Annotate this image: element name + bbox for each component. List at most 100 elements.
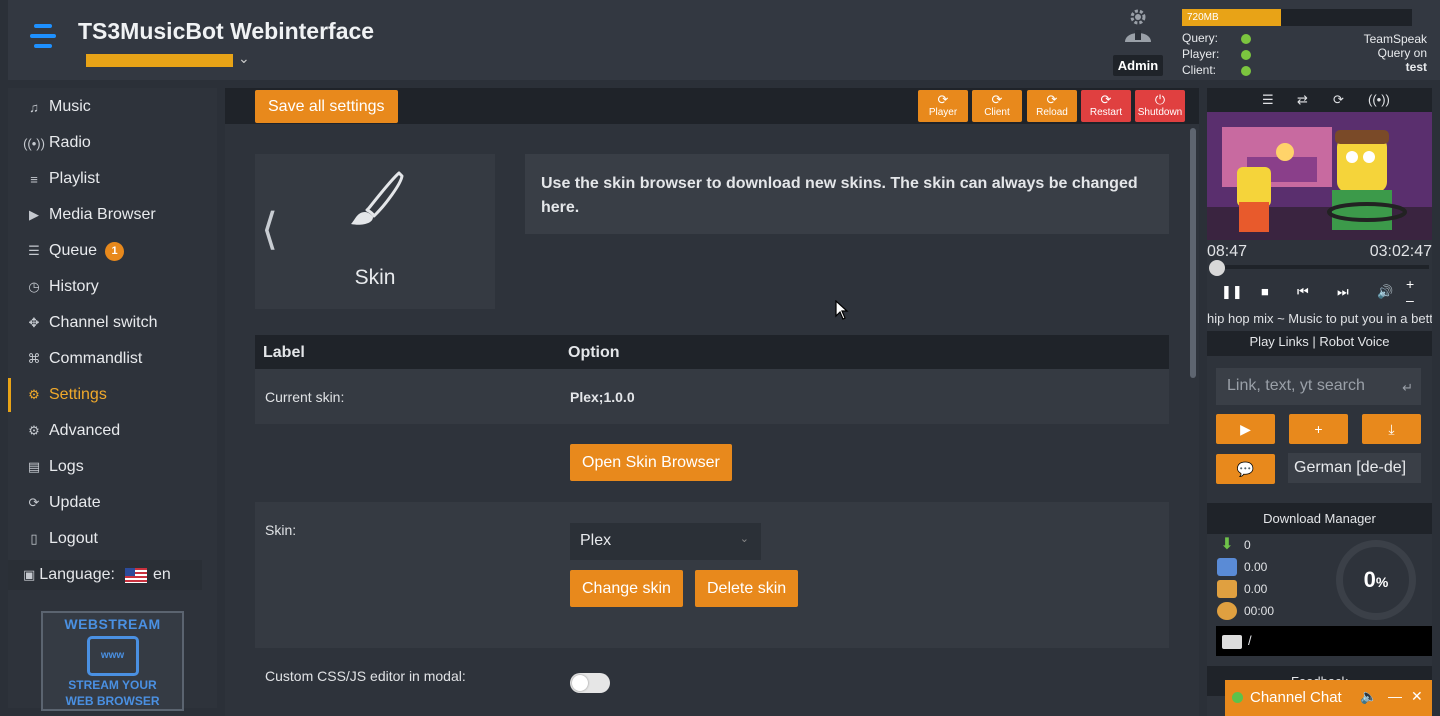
- open-skin-browser-button[interactable]: Open Skin Browser: [570, 444, 732, 481]
- download-manager-header: Download Manager: [1207, 503, 1432, 534]
- channel-chat-bar[interactable]: Channel Chat 🔈 — ✕: [1225, 680, 1432, 716]
- skin-select[interactable]: Plex ⌄: [570, 523, 761, 560]
- status-player-label: Player:: [1182, 47, 1220, 61]
- volume-down-icon[interactable]: –: [1406, 292, 1414, 308]
- column-header-label: Label: [263, 344, 305, 361]
- shuffle-icon[interactable]: ⇄: [1297, 92, 1308, 108]
- sidebar-item-channel-switch[interactable]: ✥ Channel switch: [8, 306, 217, 340]
- change-skin-button[interactable]: Change skin: [570, 570, 683, 607]
- sidebar-item-music[interactable]: ♫ Music: [8, 90, 217, 124]
- table-row: Skin: Plex ⌄ Change skin Delete skin: [255, 502, 1169, 648]
- status-player-dot: [1241, 50, 1251, 60]
- power-icon: ⏻: [1154, 92, 1166, 107]
- sidebar-item-label: Radio: [49, 134, 91, 151]
- drive-icon: [1222, 634, 1242, 649]
- refresh-icon: ⟳: [28, 495, 40, 510]
- seek-handle[interactable]: [1209, 260, 1225, 276]
- clock-icon: ◷: [28, 279, 40, 294]
- instance-selector[interactable]: [86, 54, 233, 67]
- sidebar-item-commandlist[interactable]: ⌘ Commandlist: [8, 342, 217, 376]
- shutdown-label: Shutdown: [1137, 107, 1183, 118]
- download-progress-circle: 0%: [1336, 540, 1416, 620]
- restart-player-button[interactable]: ⟳ Player: [918, 90, 968, 122]
- sidebar-item-label: Settings: [49, 386, 107, 403]
- sidebar-item-media-browser[interactable]: ▶ Media Browser: [8, 198, 217, 232]
- mouse-cursor-icon: [835, 300, 849, 320]
- shutdown-button[interactable]: ⏻ Shutdown: [1135, 90, 1185, 122]
- restart-button[interactable]: ⟳ Restart: [1081, 90, 1131, 122]
- next-track-icon[interactable]: ⏭: [1337, 284, 1349, 300]
- track-title: hip hop mix ~ Music to put you in a bett…: [1207, 311, 1432, 326]
- restart-client-button[interactable]: ⟳ Client: [972, 90, 1022, 122]
- menu-toggle-icon[interactable]: [30, 24, 56, 52]
- sidebar-item-advanced[interactable]: ⚙ Advanced: [8, 414, 217, 448]
- table-header: Label Option: [255, 335, 1169, 369]
- seek-bar[interactable]: [1211, 265, 1429, 269]
- sidebar-item-radio[interactable]: ((•)) Radio: [8, 126, 217, 160]
- volume-up-icon[interactable]: +: [1406, 276, 1414, 292]
- sidebar-item-history[interactable]: ◷ History: [8, 270, 217, 304]
- webstream-title: WEBSTREAM: [64, 616, 161, 632]
- sidebar-item-logout[interactable]: ▯ Logout: [8, 522, 217, 556]
- paint-brush-icon: [351, 171, 404, 225]
- move-arrows-icon: ✥: [28, 315, 40, 330]
- restart-player-label: Player: [928, 107, 958, 118]
- pause-icon[interactable]: ❚❚: [1221, 284, 1243, 300]
- sidebar-item-update[interactable]: ⟳ Update: [8, 486, 217, 520]
- queue-count-badge: 1: [105, 241, 125, 261]
- current-skin-label: Current skin:: [265, 389, 345, 405]
- document-icon: ▤: [27, 459, 41, 474]
- broadcast-icon[interactable]: ((•)): [1368, 92, 1390, 107]
- sidebar-item-queue[interactable]: ☰ Queue 1: [8, 234, 217, 268]
- package-icon: [1217, 580, 1237, 598]
- memory-bar: 720MB: [1182, 9, 1412, 26]
- percent-sign: %: [1375, 574, 1389, 590]
- download-button[interactable]: ⤓: [1362, 414, 1421, 444]
- play-links-robot-voice[interactable]: Play Links | Robot Voice: [1207, 331, 1432, 356]
- player-toolbar: ☰ ⇄ ⟳ ((•)): [1207, 88, 1432, 112]
- admin-menu[interactable]: Admin: [1113, 8, 1163, 76]
- download-count-row: ⬇ 0: [1217, 536, 1250, 554]
- back-chevron-icon[interactable]: ⟨: [261, 204, 278, 255]
- previous-track-icon[interactable]: ⏮: [1297, 284, 1309, 300]
- save-all-settings-button[interactable]: Save all settings: [255, 90, 398, 123]
- column-header-option: Option: [568, 344, 620, 361]
- search-input[interactable]: Link, text, yt search ↵: [1216, 368, 1421, 405]
- memory-fill: 720MB: [1182, 9, 1281, 26]
- status-client-dot: [1241, 66, 1251, 76]
- sound-icon[interactable]: 🔈: [1360, 688, 1377, 705]
- webstream-line2: WEB BROWSER: [65, 694, 160, 708]
- restart-client-label: Client: [984, 107, 1010, 118]
- chevron-down-icon[interactable]: ⌄: [238, 50, 250, 67]
- door-icon: ▯: [30, 531, 38, 546]
- download-time: 00:00: [1244, 604, 1275, 618]
- minimize-icon[interactable]: —: [1388, 688, 1402, 704]
- tts-language-select[interactable]: German [de-de]: [1288, 453, 1421, 483]
- skin-label: Skin:: [265, 522, 297, 538]
- list-icon[interactable]: ☰: [1262, 92, 1274, 108]
- sidebar-item-settings[interactable]: ⚙ Settings: [8, 378, 217, 412]
- status-query-value: TeamSpeak: [1363, 32, 1427, 46]
- custom-css-toggle[interactable]: [570, 673, 610, 693]
- search-placeholder: Link, text, yt search: [1227, 377, 1365, 394]
- volume-icon[interactable]: 🔊: [1377, 284, 1393, 300]
- webstream-banner[interactable]: WEBSTREAM www STREAM YOUR WEB BROWSER: [41, 611, 184, 711]
- table-row: Open Skin Browser: [255, 424, 1169, 502]
- close-icon[interactable]: ✕: [1411, 688, 1423, 705]
- speak-text-button[interactable]: 💬: [1216, 454, 1275, 484]
- sidebar-item-logs[interactable]: ▤ Logs: [8, 450, 217, 484]
- add-to-queue-button[interactable]: +: [1289, 414, 1348, 444]
- youtube-icon: ▶: [29, 207, 39, 222]
- settings-table: Label Option Current skin: Plex;1.0.0 Op…: [255, 335, 1169, 716]
- main-scrollbar[interactable]: [1190, 128, 1196, 378]
- sidebar-item-playlist[interactable]: ≡ Playlist: [8, 162, 217, 196]
- stop-icon[interactable]: ■: [1261, 284, 1269, 299]
- reload-button[interactable]: ⟳ Reload: [1027, 90, 1077, 122]
- language-selector[interactable]: ▣ Language: en: [8, 560, 202, 590]
- repeat-icon[interactable]: ⟳: [1333, 92, 1344, 108]
- power-cycle-icon: ⟳: [1100, 92, 1112, 107]
- delete-skin-button[interactable]: Delete skin: [695, 570, 799, 607]
- play-button[interactable]: ▶: [1216, 414, 1275, 444]
- app-title: TS3MusicBot Webinterface: [78, 18, 375, 44]
- status-client-value: test: [1405, 60, 1427, 74]
